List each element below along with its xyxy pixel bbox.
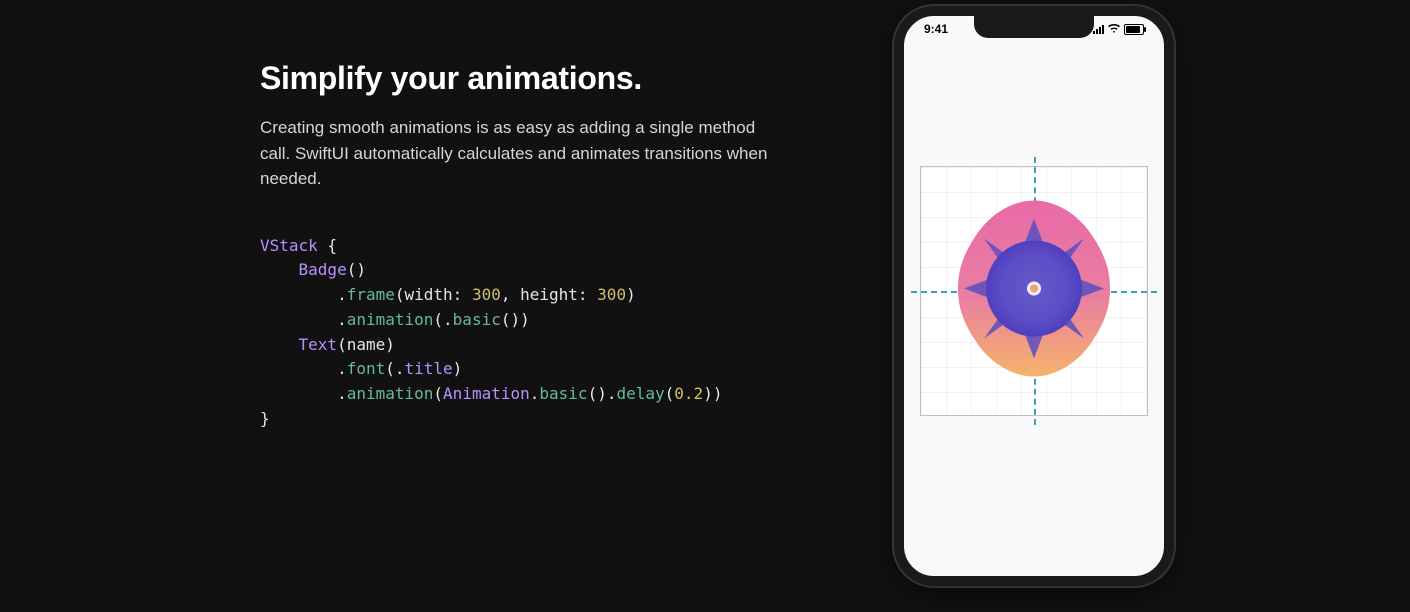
page: Simplify your animations. Creating smoot… <box>0 0 1410 612</box>
preview-canvas <box>920 166 1148 416</box>
wifi-icon <box>1108 23 1120 35</box>
phone-notch <box>974 14 1094 38</box>
phone-preview-region: 9:41 <box>894 6 1410 586</box>
section-heading: Simplify your animations. <box>260 60 820 97</box>
status-indicators <box>1093 22 1144 36</box>
phone-mockup: 9:41 <box>894 6 1174 586</box>
badge-graphic <box>934 189 1134 394</box>
content-column: Simplify your animations. Creating smoot… <box>260 60 820 432</box>
section-body: Creating smooth animations is as easy as… <box>260 115 780 192</box>
code-block: VStack { Badge() .frame(width: 300, heig… <box>260 234 820 432</box>
battery-icon <box>1124 24 1144 35</box>
status-time: 9:41 <box>924 22 948 36</box>
signal-icon <box>1093 24 1104 34</box>
